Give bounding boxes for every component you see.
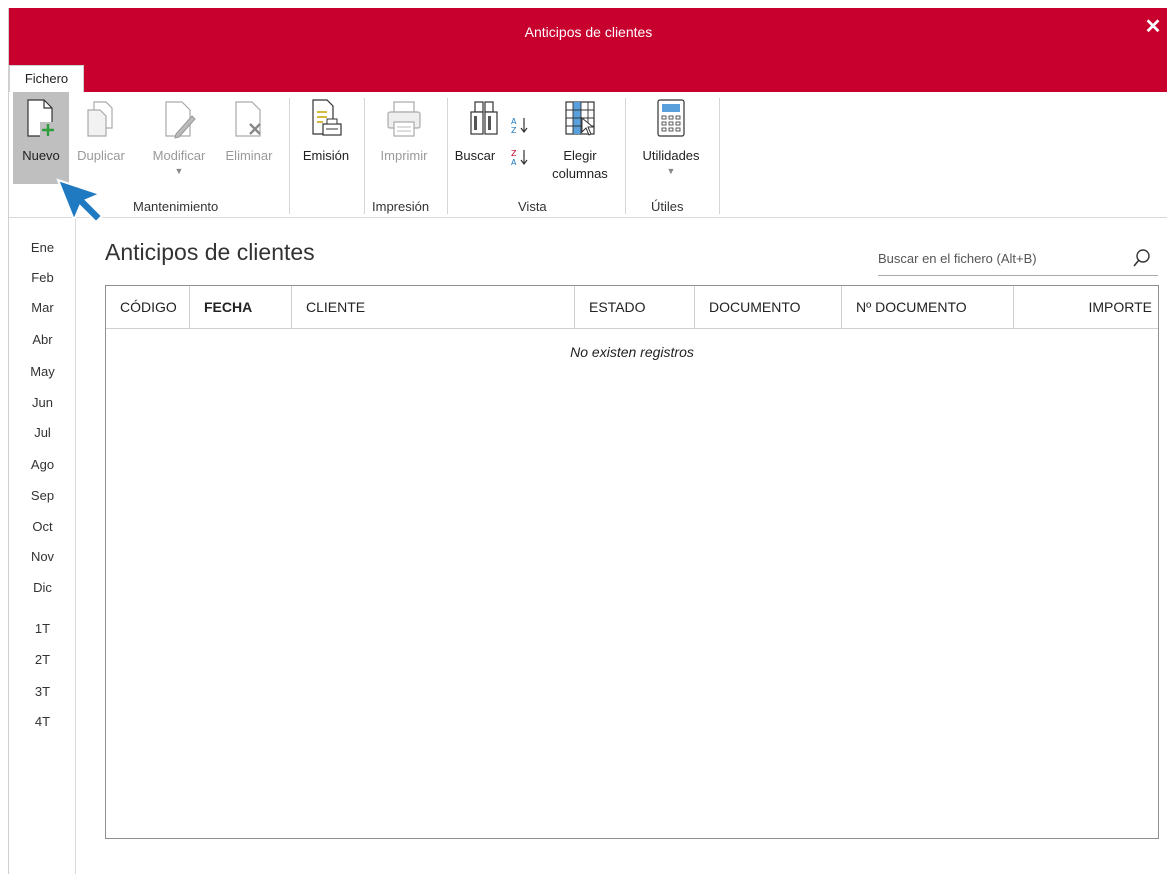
search-icon[interactable] [1132,248,1152,268]
printer-icon [387,101,421,137]
utilidades-button[interactable]: Utilidades ▼ [631,92,711,184]
group-label-vista: Vista [518,199,547,214]
month-sep[interactable]: Sep [9,488,76,503]
svg-text:Z: Z [511,149,517,158]
month-dic[interactable]: Dic [9,580,76,595]
group-separator [289,98,290,214]
col-header-estado[interactable]: ESTADO [575,286,695,329]
month-jul[interactable]: Jul [9,425,76,440]
elegir-label-line2: columnas [552,166,608,181]
buscar-button[interactable]: Buscar [455,92,515,184]
imprimir-label: Imprimir [380,148,428,163]
quarter-4t[interactable]: 4T [9,714,76,729]
modificar-button[interactable]: Modificar ▼ [143,92,215,184]
title-bar: Anticipos de clientes ✕ [9,8,1167,58]
close-icon[interactable]: ✕ [1142,16,1164,38]
emision-button[interactable]: Emisión [293,92,359,184]
app-window: Anticipos de clientes ✕ Fichero Nuevo Du… [8,8,1167,874]
svg-text:A: A [511,117,517,126]
col-header-documento[interactable]: DOCUMENTO [695,286,842,329]
svg-text:A: A [511,158,517,166]
month-may[interactable]: May [9,364,76,379]
nuevo-button[interactable]: Nuevo [13,92,69,184]
ribbon-tab-strip: Fichero [9,58,1167,92]
month-oct[interactable]: Oct [9,519,76,534]
svg-text:Z: Z [511,126,517,134]
group-label-utiles: Útiles [651,199,684,214]
sort-descending-icon[interactable]: Z A [511,148,529,167]
records-table: CÓDIGO FECHA CLIENTE ESTADO DOCUMENTO Nº… [105,285,1159,839]
month-mar[interactable]: Mar [9,300,76,315]
nuevo-label: Nuevo [22,148,60,163]
quarter-1t[interactable]: 1T [9,621,76,636]
quarter-2t[interactable]: 2T [9,652,76,667]
month-nov[interactable]: Nov [9,549,76,564]
month-ene[interactable]: Ene [9,240,76,255]
eliminar-button[interactable]: Eliminar [217,92,281,184]
tab-fichero[interactable]: Fichero [9,65,84,92]
quarter-3t[interactable]: 3T [9,684,76,699]
duplicate-icon [87,101,113,137]
group-separator [625,98,626,214]
cursor-arrow-icon [56,178,104,224]
modificar-label: Modificar [152,148,206,163]
eliminar-label: Eliminar [225,148,273,163]
duplicar-button[interactable]: Duplicar [71,92,131,184]
window-title: Anticipos de clientes [524,24,653,40]
months-sidebar: Ene Feb Mar Abr May Jun Jul Ago Sep Oct … [9,218,76,874]
search-input[interactable]: Buscar en el fichero (Alt+B) [878,242,1158,276]
delete-document-icon [235,101,261,137]
utilidades-label: Utilidades [642,148,700,163]
month-feb[interactable]: Feb [9,270,76,285]
edit-document-icon [165,101,196,139]
emision-label: Emisión [302,148,350,163]
group-separator [364,98,365,214]
print-document-icon [312,99,342,136]
choose-columns-icon [565,101,595,136]
chevron-down-icon: ▼ [666,166,676,176]
search-placeholder: Buscar en el fichero (Alt+B) [878,251,1037,266]
group-label-mantenimiento: Mantenimiento [133,199,219,214]
col-header-codigo[interactable]: CÓDIGO [106,286,190,329]
group-label-impresion: Impresión [372,199,430,214]
buscar-label: Buscar [454,148,496,163]
col-header-cliente[interactable]: CLIENTE [292,286,575,329]
sort-ascending-icon[interactable]: A Z [511,116,529,135]
chevron-down-icon: ▼ [174,166,184,176]
ribbon: Nuevo Duplicar Modificar ▼ Eliminar Emis… [9,92,1167,218]
month-abr[interactable]: Abr [9,332,76,347]
month-ago[interactable]: Ago [9,457,76,472]
group-separator [447,98,448,214]
month-jun[interactable]: Jun [9,395,76,410]
empty-message: No existen registros [570,344,694,360]
new-document-icon [27,99,56,138]
duplicar-label: Duplicar [77,148,125,163]
elegir-label-line1: Elegir [563,148,597,163]
calculator-icon [657,99,685,137]
elegir-columnas-button[interactable]: Elegir columnas [539,92,621,184]
col-header-n-documento[interactable]: Nº DOCUMENTO [842,286,1014,329]
col-header-importe[interactable]: IMPORTE [1014,286,1158,329]
col-header-fecha[interactable]: FECHA [190,286,292,329]
page-title: Anticipos de clientes [105,239,315,265]
imprimir-button[interactable]: Imprimir [371,92,437,184]
table-header: CÓDIGO FECHA CLIENTE ESTADO DOCUMENTO Nº… [106,286,1158,329]
group-separator [719,98,720,214]
